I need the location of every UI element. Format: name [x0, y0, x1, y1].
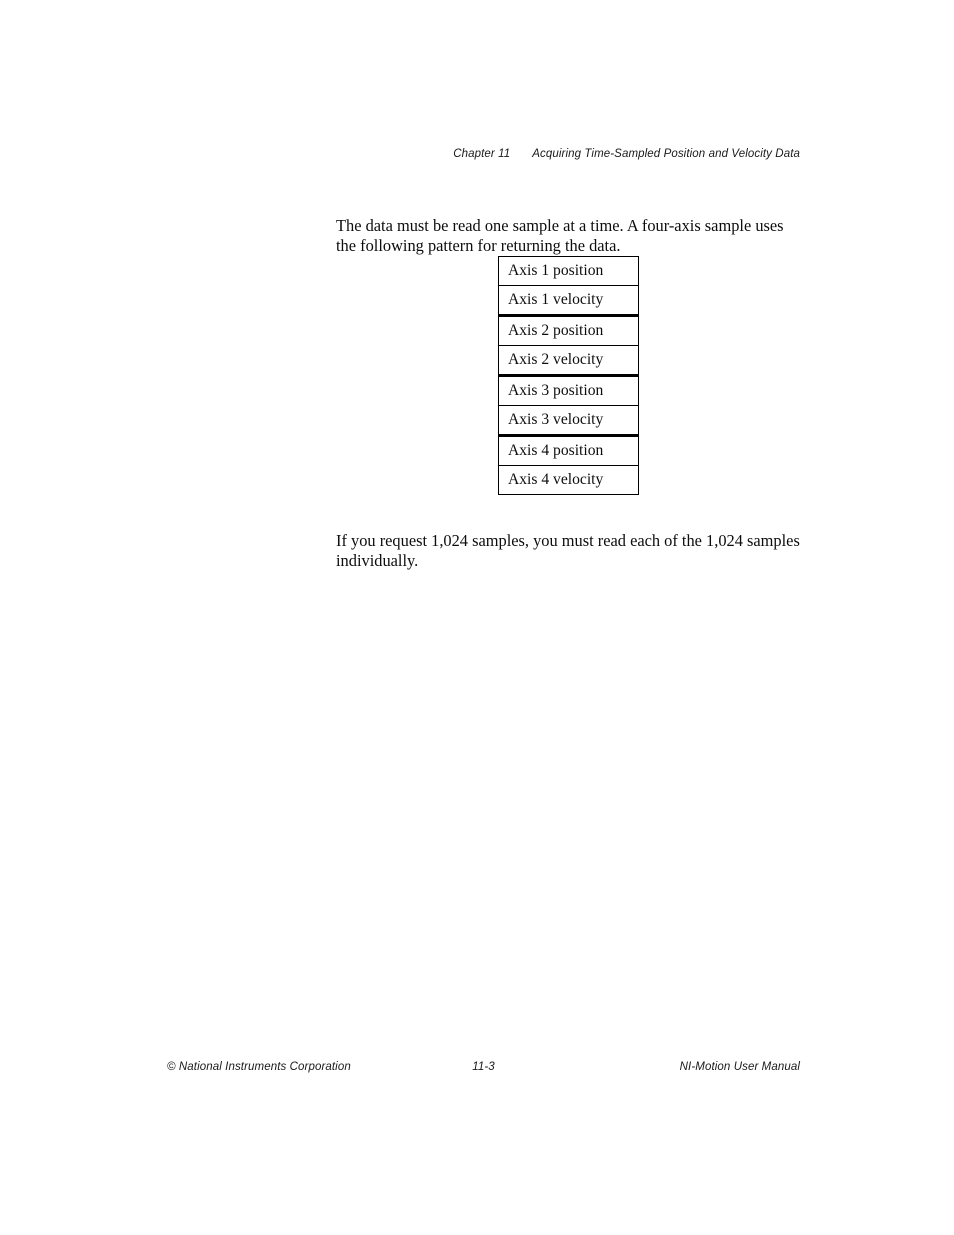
sample-slot-label: Axis 1 velocity — [498, 285, 639, 317]
sample-slot-label: Axis 2 position — [498, 315, 639, 346]
intro-paragraph: The data must be read one sample at a ti… — [336, 216, 784, 255]
table-row: Axis 3 position — [498, 375, 639, 406]
sample-slot-label: Axis 2 velocity — [498, 345, 639, 377]
sample-slot-label: Axis 1 position — [498, 256, 639, 286]
sample-slot-label: Axis 3 position — [498, 375, 639, 406]
page-running-header: Chapter 11 Acquiring Time-Sampled Positio… — [336, 148, 800, 160]
table-row: Axis 4 position — [498, 435, 639, 466]
footer-page-number: 11-3 — [472, 1061, 495, 1073]
page-running-footer: © National Instruments Corporation 11-3 … — [167, 1061, 800, 1073]
sample-slot-label: Axis 3 velocity — [498, 405, 639, 437]
sample-pattern-table: Axis 1 position Axis 1 velocity Axis 2 pos… — [498, 256, 639, 495]
header-chapter-title: Acquiring Time-Sampled Position and Velo… — [532, 148, 800, 160]
table-row: Axis 4 velocity — [498, 465, 639, 495]
outro-paragraph: If you request 1,024 samples, you must r… — [336, 531, 800, 570]
sample-pattern-table-body: Axis 1 position Axis 1 velocity Axis 2 pos… — [498, 256, 639, 495]
sample-slot-label: Axis 4 velocity — [498, 465, 639, 495]
table-row: Axis 2 velocity — [498, 345, 639, 377]
table-row: Axis 1 velocity — [498, 285, 639, 317]
table-row: Axis 3 velocity — [498, 405, 639, 437]
header-chapter-label: Chapter 11 — [453, 148, 511, 160]
table-row: Axis 2 position — [498, 315, 639, 346]
sample-slot-label: Axis 4 position — [498, 435, 639, 466]
table-row: Axis 1 position — [498, 256, 639, 286]
manual-page: Chapter 11 Acquiring Time-Sampled Positio… — [0, 0, 954, 1235]
